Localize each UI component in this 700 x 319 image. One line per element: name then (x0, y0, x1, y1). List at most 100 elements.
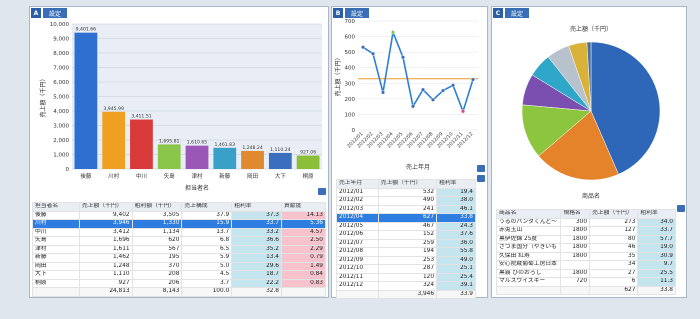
table-cell: 1,696 (78, 236, 133, 246)
column-header[interactable]: 粗利率 (637, 209, 676, 219)
table-cell: 1800 (560, 226, 591, 236)
total-cell (336, 289, 379, 299)
column-header[interactable]: 商品名 (495, 209, 562, 219)
chart-a-menu-icon[interactable] (318, 188, 326, 195)
column-header[interactable]: 売上額（千円） (78, 202, 133, 212)
data-point (450, 83, 455, 88)
table-row[interactable]: さつま国分（やきいも 1800 46 19.0 (495, 243, 676, 253)
table-row[interactable]: 中川 3,412 1,134 13.7 33.2 4.57 (32, 227, 326, 237)
table-cell: 安心院蔵葡萄工房日本 (495, 260, 562, 270)
table-row[interactable]: 岡田 1,248 370 5.0 29.6 1.49 (32, 261, 326, 271)
table-cell: 6.8 (181, 236, 233, 246)
table-row[interactable]: うるのパンダくんど〜 300 273 34.0 (495, 217, 676, 227)
column-header[interactable]: 売上構成 (181, 202, 233, 212)
data-point (440, 88, 445, 93)
data-label: 3,411.51 (131, 114, 152, 120)
table-row[interactable]: 2012/05 467 24.3 (336, 221, 476, 231)
column-header[interactable]: 規格名 (560, 209, 591, 219)
table-row[interactable]: 2012/09 253 49.0 (336, 255, 476, 265)
table-cell: 532 (377, 187, 438, 197)
table-row[interactable]: マルスウイスキー 720 6 11.3 (495, 277, 676, 287)
table-cell: 241 (377, 204, 438, 214)
column-header[interactable]: 粗利率 (436, 179, 476, 189)
data-label: 1,695.81 (159, 138, 180, 144)
table-row[interactable]: 2012/10 287 25.1 (336, 264, 476, 274)
table-cell: 34.0 (637, 217, 676, 227)
table-row[interactable]: 2012/03 241 46.1 (336, 204, 476, 214)
table-row[interactable]: 大下 1,110 208 4.5 18.7 0.84 (32, 270, 326, 280)
table-row[interactable]: 後藤 9,402 3,505 37.9 37.3 14.13 (32, 210, 326, 220)
bar (102, 111, 126, 169)
table-cell (560, 260, 591, 270)
table-b-menu-icon[interactable] (477, 175, 485, 182)
table-row[interactable]: 2012/06 152 37.6 (336, 230, 476, 240)
y-tick-label: 700 (345, 19, 356, 25)
table-row[interactable]: 2012/04 627 33.8 (336, 213, 476, 223)
table-row[interactable]: 矢島 1,696 620 6.8 36.6 2.50 (32, 236, 326, 246)
table-cell: 黒霧 ひのおろし (495, 268, 562, 278)
table-row[interactable]: 2012/07 259 36.0 (336, 238, 476, 248)
table-cell: 2012/08 (336, 247, 379, 257)
table-row[interactable]: 黒霧 ひのおろし 1800 27 25.5 (495, 268, 676, 278)
column-header[interactable]: 粗利率 (231, 202, 282, 212)
x-axis-label: 担当者名 (185, 184, 209, 192)
y-tick-label: 0 (352, 128, 356, 134)
table-cell: 0.84 (281, 270, 326, 280)
table-row[interactable]: 桐原 927 206 3.7 22.2 0.83 (32, 278, 326, 288)
table-cell: 19.4 (436, 187, 476, 197)
table-cell: さつま国分（やきいも (495, 243, 562, 253)
table-row[interactable]: 久保田 紅寿 1800 35 30.9 (495, 251, 676, 261)
table-cell: 208 (131, 270, 183, 280)
column-header[interactable]: 担当者名 (32, 202, 80, 212)
table-cell: 赤兎玉山 (495, 226, 562, 236)
table-cell: 35 (589, 251, 639, 261)
panel-c: C 設定 売上額（千円） 商品名 商品名 規格名 売上額（千円） 粗利率 うるのパンダくん… (491, 6, 687, 298)
x-tick-label: 矢島 (164, 172, 176, 180)
table-cell: 2012/09 (336, 255, 379, 265)
column-header[interactable]: 貢献度 (281, 202, 326, 212)
y-tick-label: 9,000 (53, 37, 69, 43)
y-tick-label: 500 (345, 50, 356, 56)
table-row[interactable]: 2012/11 120 25.4 (336, 272, 476, 282)
table-cell: 33.2 (231, 227, 282, 237)
table-header-row: 担当者名 売上額（千円） 粗利額（千円） 売上構成 粗利率 貢献度 (32, 202, 326, 212)
table-cell: 1800 (560, 243, 591, 253)
data-point (391, 30, 396, 35)
total-cell: 33.9 (436, 289, 476, 299)
column-header[interactable]: 粗利額（千円） (131, 202, 183, 212)
table-cell: 2.50 (281, 236, 326, 246)
column-header[interactable]: 売上額（千円） (589, 209, 639, 219)
table-cell: 後藤 (32, 210, 80, 220)
table-row[interactable]: 赤兎玉山 1800 127 33.7 (495, 226, 676, 236)
table-c-menu-icon[interactable] (677, 205, 685, 212)
table-cell: 33.8 (436, 213, 476, 223)
table-row[interactable]: 川村 3,946 1,330 15.9 33.7 5.36 (32, 219, 326, 229)
table-cell: 1800 (560, 251, 591, 261)
table-row[interactable]: 2012/08 194 55.8 (336, 247, 476, 257)
table-row[interactable]: 安心院蔵葡萄工房日本 34 9.7 (495, 260, 676, 270)
table-cell: 1,462 (78, 253, 133, 263)
x-tick-label: 桐原 (303, 172, 315, 180)
table-cell: 新藤 (32, 253, 80, 263)
plot-area (358, 21, 478, 130)
table-cell: 80 (589, 234, 639, 244)
chart-b-menu-icon[interactable] (477, 165, 485, 172)
x-tick-label: 津村 (191, 172, 203, 180)
total-cell: 3,946 (377, 289, 438, 299)
table-row[interactable]: 黒伊佐錦 25度 1800 80 57.7 (495, 234, 676, 244)
table-row[interactable]: 新藤 1,462 195 5.9 13.4 0.79 (32, 253, 326, 263)
column-header[interactable]: 売上年月 (336, 179, 379, 189)
table-row[interactable]: 津村 1,611 567 6.5 35.2 2.29 (32, 244, 326, 254)
table-cell: 久保田 紅寿 (495, 251, 562, 261)
table-row[interactable]: 2012/02 490 38.0 (336, 196, 476, 206)
panel-b: B 設定 700 600 500 400 300 200 100 0 売上額（千円） 2012/0… (331, 6, 488, 299)
table-cell: 2012/05 (336, 221, 379, 231)
data-label: 1,610.65 (187, 140, 208, 146)
table-row[interactable]: 2012/01 532 19.4 (336, 187, 476, 197)
column-header[interactable]: 売上額（千円） (377, 179, 438, 189)
x-tick-label: 川村 (108, 172, 120, 180)
x-tick-label: 中川 (136, 172, 147, 180)
table-row[interactable]: 2012/12 324 39.1 (336, 281, 476, 291)
table-cell: 2012/12 (336, 281, 379, 291)
table-cell: 2012/11 (336, 272, 379, 282)
